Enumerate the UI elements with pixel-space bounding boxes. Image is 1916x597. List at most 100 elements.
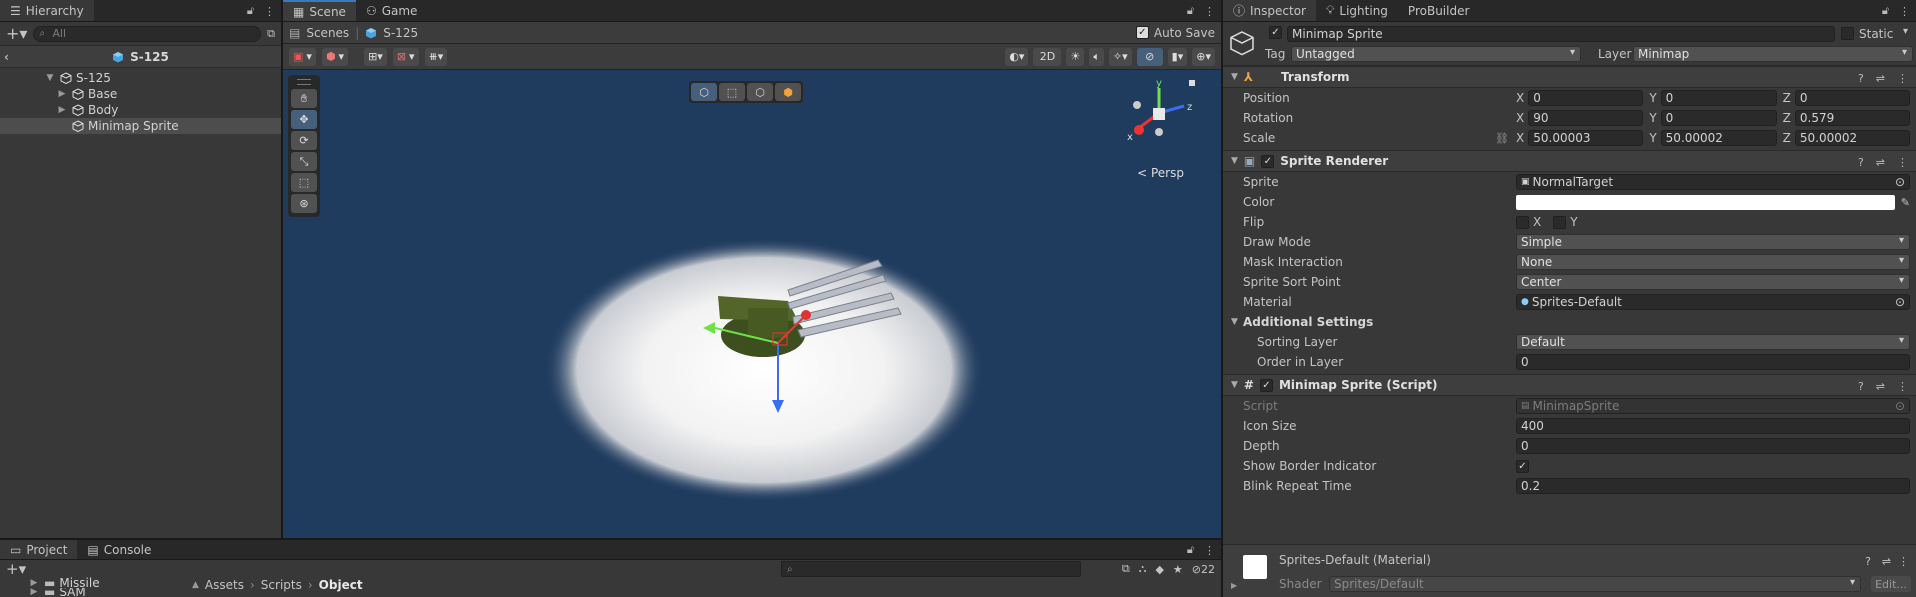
sprite-renderer-enabled-checkbox[interactable]: ✓: [1261, 154, 1275, 168]
project-search-input[interactable]: ⌕: [781, 561, 1081, 577]
material-field[interactable]: ● Sprites-Default ⊙: [1516, 294, 1910, 310]
tree-item-base[interactable]: ▶ Base: [0, 86, 281, 102]
icon-size-field[interactable]: 400: [1516, 418, 1910, 434]
collapse-arrow-icon[interactable]: ▶: [56, 89, 68, 99]
view-shaded-button[interactable]: ⬢: [775, 83, 801, 101]
collapse-arrow-icon[interactable]: ▶: [56, 105, 68, 115]
grid-visibility-button[interactable]: ⧻▾: [424, 47, 448, 66]
tab-console[interactable]: ▤ Console: [77, 540, 161, 559]
preset-icon[interactable]: ⇌: [1882, 555, 1891, 568]
2d-button[interactable]: 2D: [1033, 47, 1062, 66]
view-cube-button[interactable]: ⬡: [691, 83, 717, 101]
camera-button[interactable]: ▮▾: [1167, 47, 1188, 66]
more-icon[interactable]: ⋮: [1898, 555, 1909, 568]
foldout-arrow-icon[interactable]: ▼: [1231, 317, 1238, 327]
more-icon[interactable]: ⋮: [1204, 544, 1215, 557]
object-picker-icon[interactable]: ⊙: [1895, 295, 1905, 309]
collapse-arrow-icon[interactable]: ▶: [28, 578, 40, 588]
collapse-arrow-icon[interactable]: ▶: [28, 588, 40, 596]
flip-x-checkbox[interactable]: [1516, 215, 1529, 229]
active-checkbox[interactable]: ✓: [1269, 26, 1282, 39]
static-checkbox[interactable]: [1841, 27, 1854, 40]
more-icon[interactable]: ⋮: [264, 5, 275, 18]
material-foldout-icon[interactable]: ▶: [1231, 581, 1237, 590]
static-dropdown-icon[interactable]: ▾: [1903, 26, 1908, 37]
sorting-layer-dropdown[interactable]: Default: [1516, 334, 1910, 350]
object-picker-icon[interactable]: ⊙: [1895, 175, 1905, 189]
position-z-field[interactable]: 0: [1794, 90, 1910, 106]
scale-z-field[interactable]: 50.00002: [1794, 130, 1910, 146]
foldout-arrow-icon[interactable]: ▼: [1231, 380, 1238, 390]
rotation-x-field[interactable]: 90: [1528, 110, 1644, 126]
tree-item-s125[interactable]: ▼ S-125: [0, 70, 281, 86]
path-scripts[interactable]: Scripts: [261, 578, 302, 592]
position-x-field[interactable]: 0: [1528, 90, 1644, 106]
light-button[interactable]: ☀: [1066, 47, 1085, 66]
tab-project[interactable]: ▭ Project: [0, 540, 78, 559]
order-in-layer-field[interactable]: 0: [1516, 354, 1910, 370]
script-enabled-checkbox[interactable]: ✓: [1259, 378, 1273, 392]
minimap-script-header[interactable]: ▼ # ✓ Minimap Sprite (Script) ? ⇌ ⋮: [1223, 374, 1916, 396]
hierarchy-search-input[interactable]: ⌕ All: [33, 25, 262, 42]
preset-icon[interactable]: ⇌: [1876, 72, 1885, 85]
more-icon[interactable]: ⋮: [1897, 380, 1908, 393]
lock-icon[interactable]: 🔓︎: [247, 4, 254, 18]
help-icon[interactable]: ?: [1858, 380, 1864, 393]
filter-icon[interactable]: ⧉: [267, 27, 275, 41]
mask-interaction-dropdown[interactable]: None: [1516, 254, 1910, 270]
scale-tool-button[interactable]: ⤡: [291, 152, 317, 171]
more-icon[interactable]: ⋮: [1899, 5, 1910, 18]
type-filter-icon[interactable]: ⛬: [1139, 562, 1147, 576]
material-swatch[interactable]: [1243, 555, 1267, 579]
preset-icon[interactable]: ⇌: [1876, 156, 1885, 169]
hand-tool-button[interactable]: ✋︎: [291, 89, 317, 108]
persp-label[interactable]: < Persp: [1137, 166, 1184, 180]
scale-x-field[interactable]: 50.00003: [1528, 130, 1644, 146]
add-icon[interactable]: +▾: [6, 560, 26, 578]
eyedropper-icon[interactable]: ✎: [1901, 196, 1910, 209]
blink-repeat-field[interactable]: 0.2: [1516, 478, 1910, 494]
show-border-checkbox[interactable]: ✓: [1516, 459, 1529, 473]
more-icon[interactable]: ⋮: [1897, 72, 1908, 85]
lighting-toggle-button[interactable]: ◐▾: [1005, 47, 1029, 66]
more-icon[interactable]: ⋮: [1897, 156, 1908, 169]
tab-scene[interactable]: ▦ Scene: [283, 0, 356, 21]
edit-shader-button[interactable]: Edit...: [1871, 576, 1911, 592]
view-wire-button[interactable]: ⬡: [747, 83, 773, 101]
label-filter-icon[interactable]: ◆: [1155, 563, 1163, 576]
move-tool-button[interactable]: ✥: [291, 110, 317, 129]
tab-game[interactable]: ⚇ Game: [356, 0, 428, 21]
rotate-tool-button[interactable]: ⟳: [291, 131, 317, 150]
position-y-field[interactable]: 0: [1660, 90, 1777, 106]
orientation-gizmo[interactable]: y z x: [1119, 78, 1199, 148]
draw-mode-dropdown[interactable]: Simple: [1516, 234, 1910, 250]
path-object[interactable]: Object: [319, 578, 363, 592]
view-rect-button[interactable]: ⬚: [719, 83, 745, 101]
transform-header[interactable]: ▼ ⅄ Transform ? ⇌ ⋮: [1223, 66, 1916, 88]
render-mode-button[interactable]: ⬢ ▾: [321, 47, 349, 66]
lock-icon[interactable]: 🔓︎: [1187, 4, 1194, 18]
tab-probuilder[interactable]: ProBuilder: [1398, 0, 1479, 21]
filter-icon[interactable]: ⧉: [1122, 562, 1130, 576]
tab-hierarchy[interactable]: ☰ Hierarchy: [0, 0, 94, 21]
tree-item-body[interactable]: ▶ Body: [0, 102, 281, 118]
draw-mode-button[interactable]: ▣ ▾: [289, 47, 316, 66]
preset-icon[interactable]: ⇌: [1876, 380, 1885, 393]
link-icon[interactable]: ⛓: [1495, 132, 1509, 145]
scene-viewport[interactable]: ✋︎ ✥ ⟳ ⤡ ⬚ ⊛ ⬡ ⬚ ⬡ ⬢ y z x < Persp: [283, 70, 1221, 538]
rotation-z-field[interactable]: 0.579: [1794, 110, 1910, 126]
tab-lighting[interactable]: 💡︎ Lighting: [1316, 0, 1398, 21]
transform-tool-button[interactable]: ⊛: [291, 194, 317, 213]
layer-dropdown[interactable]: Minimap: [1633, 46, 1913, 62]
depth-field[interactable]: 0: [1516, 438, 1910, 454]
back-icon[interactable]: ‹: [4, 50, 9, 64]
effects-button[interactable]: ✧▾: [1108, 47, 1132, 66]
rect-tool-button[interactable]: ⬚: [291, 173, 317, 192]
tab-inspector[interactable]: ⓘ Inspector: [1223, 0, 1316, 21]
expand-arrow-icon[interactable]: ▼: [44, 73, 56, 83]
sprite-field[interactable]: ▣ NormalTarget ⊙: [1516, 174, 1910, 190]
add-icon[interactable]: +▾: [6, 24, 27, 43]
shader-dropdown[interactable]: Sprites/Default: [1329, 576, 1861, 592]
foldout-arrow-icon[interactable]: ▼: [1231, 72, 1238, 82]
tree-item-minimap-sprite[interactable]: Minimap Sprite: [0, 118, 281, 134]
